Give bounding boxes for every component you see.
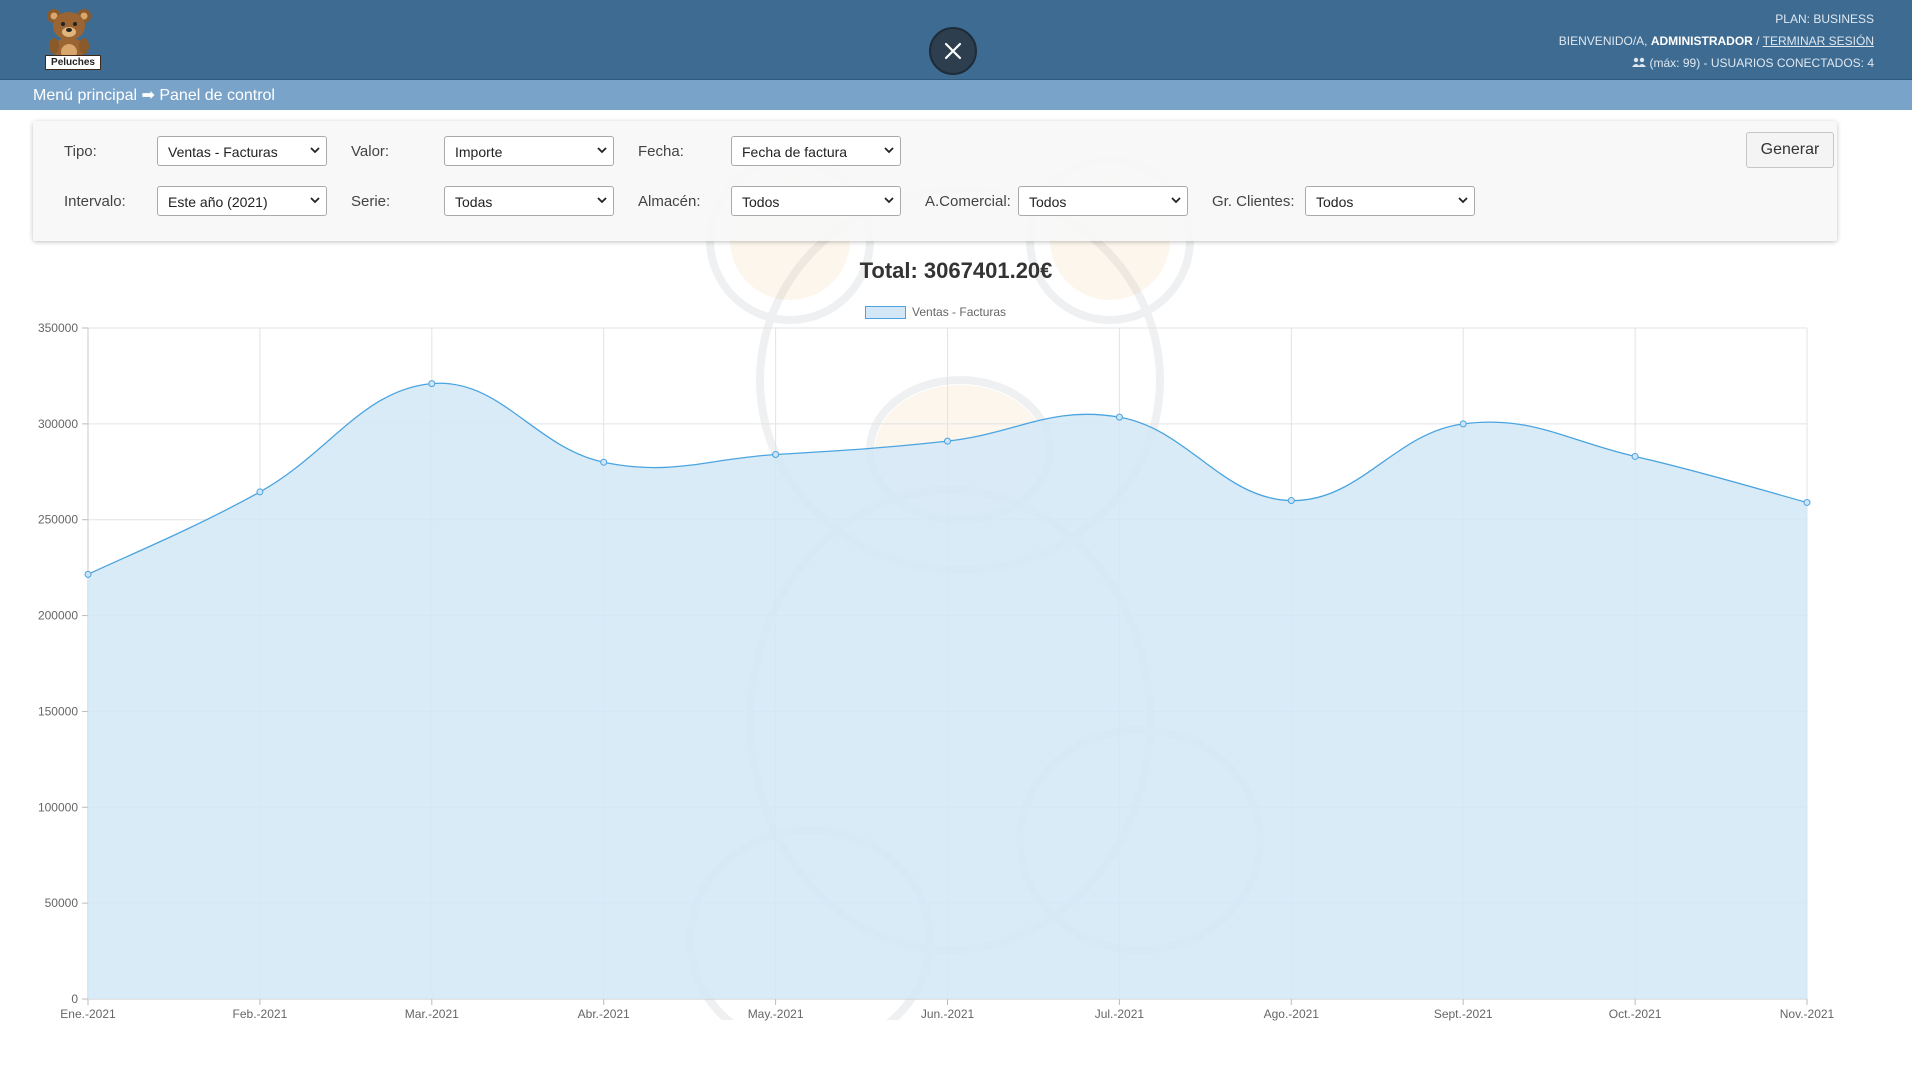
chevron-down-icon — [597, 197, 607, 204]
x-tick-label: Sept.-2021 — [1434, 1007, 1493, 1021]
logo-text: Peluches — [45, 55, 101, 70]
fecha-select[interactable]: Fecha de factura — [731, 136, 901, 166]
y-tick-label: 0 — [71, 992, 78, 1006]
connected-users-line: (máx: 99) - USUARIOS CONECTADOS: 4 — [1559, 52, 1874, 74]
clientes-value: Todos — [1316, 194, 1354, 210]
comercial-label: A.Comercial: — [925, 193, 1011, 210]
x-tick-label: Jun.-2021 — [921, 1007, 975, 1021]
legend-label: Ventas - Facturas — [912, 305, 1007, 319]
sales-area-chart: 0 50000 100000 150000 200000 250000 300000 3500… — [38, 321, 1835, 1021]
data-point[interactable] — [772, 451, 780, 459]
x-tick-label: May.-2021 — [748, 1007, 804, 1021]
chart-title: Total: 3067401.20€ — [859, 258, 1053, 283]
welcome-line: BIENVENIDO/A, ADMINISTRADOR / TERMINAR S… — [1559, 30, 1874, 52]
comercial-value: Todos — [1029, 194, 1067, 210]
fecha-value: Fecha de factura — [742, 144, 848, 160]
clientes-label: Gr. Clientes: — [1212, 193, 1295, 210]
comercial-select[interactable]: Todos — [1018, 186, 1188, 216]
filter-panel: Tipo: Ventas - Facturas Valor: Importe F… — [33, 121, 1837, 241]
data-point[interactable] — [1803, 498, 1811, 506]
x-tick-label: Ene.-2021 — [60, 1007, 116, 1021]
x-tick-label: Jul.-2021 — [1095, 1007, 1145, 1021]
breadcrumb-bar: Menú principal ➡ Panel de control — [0, 80, 1912, 110]
x-tick-label: Feb.-2021 — [233, 1007, 288, 1021]
close-button[interactable] — [929, 27, 977, 75]
valor-select[interactable]: Importe — [444, 136, 614, 166]
valor-label: Valor: — [351, 143, 390, 160]
legend-swatch — [865, 305, 906, 319]
close-icon — [944, 42, 962, 60]
top-header: Peluches PLAN: BUSINESS BIENVENIDO/A, AD… — [0, 0, 1912, 80]
serie-label: Serie: — [351, 193, 391, 210]
welcome-prefix: BIENVENIDO/A, — [1558, 34, 1648, 48]
data-point[interactable] — [600, 458, 608, 466]
tipo-label: Tipo: — [64, 143, 97, 160]
username: ADMINISTRADOR — [1650, 34, 1753, 48]
tipo-select[interactable]: Ventas - Facturas — [157, 136, 327, 166]
intervalo-select[interactable]: Este año (2021) — [157, 186, 327, 216]
data-point[interactable] — [944, 437, 951, 445]
x-tick-label: Abr.-2021 — [578, 1007, 630, 1021]
y-tick-label: 50000 — [45, 896, 79, 910]
x-tick-label: Oct.-2021 — [1609, 1007, 1662, 1021]
y-tick-label: 250000 — [38, 513, 78, 527]
chevron-down-icon — [884, 197, 894, 204]
almacen-select[interactable]: Todos — [731, 186, 901, 216]
chevron-down-icon — [1458, 197, 1468, 204]
data-point[interactable] — [1631, 452, 1639, 460]
intervalo-label: Intervalo: — [64, 193, 126, 210]
plan-text: PLAN: BUSINESS — [1775, 12, 1874, 26]
y-tick-label: 150000 — [38, 704, 78, 718]
serie-value: Todas — [455, 194, 493, 210]
almacen-label: Almacén: — [638, 193, 701, 210]
generate-button[interactable]: Generar — [1746, 132, 1834, 168]
chevron-down-icon — [1171, 197, 1181, 204]
intervalo-value: Este año (2021) — [168, 194, 268, 210]
y-tick-label: 350000 — [38, 321, 78, 335]
fecha-label: Fecha: — [638, 143, 684, 160]
x-tick-label: Mar.-2021 — [405, 1007, 459, 1021]
x-tick-label: Ago.-2021 — [1264, 1007, 1320, 1021]
chevron-down-icon — [597, 147, 607, 154]
users-icon — [1632, 57, 1647, 67]
breadcrumb: Menú principal ➡ Panel de control — [33, 87, 275, 104]
logout-link[interactable]: TERMINAR SESIÓN — [1763, 34, 1874, 48]
y-tick-label: 100000 — [38, 800, 78, 814]
data-point[interactable] — [1287, 497, 1295, 505]
series-area — [88, 383, 1807, 999]
almacen-value: Todos — [742, 194, 780, 210]
chevron-down-icon — [884, 147, 894, 154]
x-tick-label: Nov.-2021 — [1780, 1007, 1835, 1021]
y-tick-label: 300000 — [38, 417, 78, 431]
separator: / — [1756, 34, 1760, 48]
tipo-value: Ventas - Facturas — [168, 144, 278, 160]
connected-users-text: (máx: 99) - USUARIOS CONECTADOS: 4 — [1649, 56, 1874, 70]
serie-select[interactable]: Todas — [444, 186, 614, 216]
chart-legend[interactable]: Ventas - Facturas — [865, 304, 1006, 320]
data-point[interactable] — [84, 570, 92, 578]
data-point[interactable] — [428, 380, 436, 388]
data-point[interactable] — [1459, 420, 1467, 428]
chevron-down-icon — [310, 147, 320, 154]
user-info: PLAN: BUSINESS BIENVENIDO/A, ADMINISTRAD… — [1559, 8, 1874, 74]
data-point[interactable] — [1115, 413, 1123, 421]
clientes-select[interactable]: Todos — [1305, 186, 1475, 216]
valor-value: Importe — [455, 144, 503, 160]
y-tick-label: 200000 — [38, 609, 78, 623]
chevron-down-icon — [310, 197, 320, 204]
data-point[interactable] — [256, 488, 264, 496]
